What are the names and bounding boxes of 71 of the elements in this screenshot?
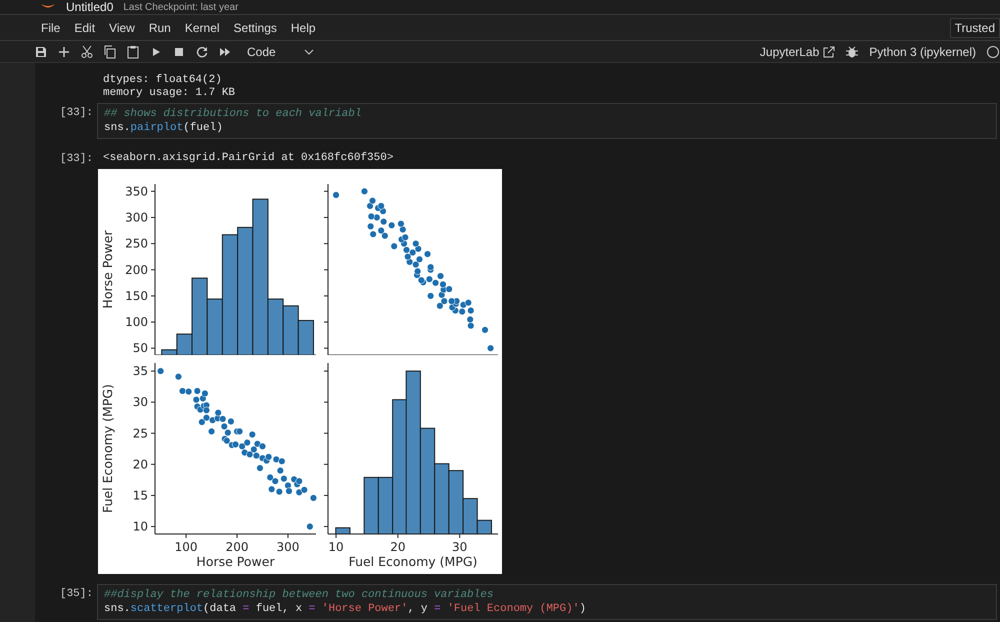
- trusted-button[interactable]: Trusted: [950, 18, 1000, 38]
- menu-item[interactable]: Edit: [67, 20, 102, 34]
- code-cell[interactable]: ## shows distributions to each valriabl sns.pairplot(fuel): [97, 103, 997, 139]
- tick-label: 150: [125, 288, 148, 303]
- axis-label: Fuel Economy (MPG): [348, 554, 478, 569]
- menu-item[interactable]: File: [34, 20, 68, 34]
- chevron-down-icon: [304, 48, 314, 54]
- tick-label: 20: [390, 540, 406, 554]
- axis-label: Fuel Economy (MPG): [100, 384, 115, 513]
- tick-label: 30: [452, 540, 468, 554]
- cell-prompt: [33]:: [60, 107, 93, 119]
- tick-label: 350: [125, 184, 148, 198]
- bug-icon[interactable]: [845, 44, 860, 58]
- cell-prompt: [33]:: [60, 153, 93, 165]
- histogram-bar: [282, 305, 299, 355]
- menu-item[interactable]: Run: [142, 20, 178, 34]
- tick-label: 35: [132, 364, 148, 378]
- cut-icon[interactable]: [80, 44, 94, 58]
- menu-item[interactable]: Kernel: [178, 20, 227, 34]
- scatter-point: [208, 428, 216, 435]
- tick-label: 200: [125, 262, 148, 277]
- scatter-point: [174, 373, 182, 380]
- tick-label: 25: [132, 426, 148, 440]
- histogram-bar: [298, 320, 314, 355]
- axis-label: Horse Power: [196, 554, 275, 569]
- menu-item[interactable]: View: [102, 20, 142, 34]
- tick-label: 200: [226, 540, 248, 554]
- scatter-point: [481, 326, 489, 334]
- scatter-point: [360, 188, 368, 195]
- tick-label: 300: [276, 540, 300, 554]
- cell-prompt: [35]:: [60, 588, 93, 600]
- scatter-point: [487, 344, 494, 352]
- tick-label: 300: [125, 210, 148, 224]
- tick-label: 250: [125, 236, 148, 251]
- jupyterlab-link[interactable]: JupyterLab: [760, 44, 836, 58]
- tick-label: 10: [328, 540, 344, 554]
- external-link-icon: [823, 46, 836, 58]
- cell-type-dropdown[interactable]: Code: [241, 44, 320, 58]
- save-icon[interactable]: [34, 44, 48, 58]
- scatter-point: [157, 368, 164, 375]
- output-text: dtypes: float64(2): [103, 74, 223, 87]
- kernel-name[interactable]: Python 3 (ipykernel): [869, 44, 976, 58]
- output-text: memory usage: 1.7 KB: [103, 87, 236, 100]
- tick-label: 50: [132, 341, 148, 355]
- scatter-point: [427, 292, 434, 300]
- code-line: sns.scatterplot(data = fuel, x = 'Horse Power', y = 'Fuel Economy (MPG)'): [104, 602, 587, 616]
- restart-icon[interactable]: [195, 44, 209, 58]
- checkpoint-text: Last Checkpoint: last year: [123, 2, 238, 12]
- tick-label: 10: [132, 520, 148, 534]
- notebook-title[interactable]: Untitled0: [66, 0, 114, 14]
- scatter-point: [310, 494, 317, 502]
- code-cell[interactable]: ##display the relationship between two continuous variables sns.scatterplot(data = fuel, x = 'Horse Power', y = 'Fuel Economy (MPG)'): [97, 584, 997, 620]
- code-line: ## shows distributions to each valriabl: [104, 107, 362, 121]
- menu-item[interactable]: Help: [284, 20, 323, 34]
- tick-label: 15: [132, 488, 148, 502]
- tick-label: 30: [132, 395, 148, 410]
- add-icon[interactable]: [57, 44, 71, 58]
- axis-label: Horse Power: [100, 230, 115, 309]
- paste-icon[interactable]: [126, 44, 140, 58]
- kernel-status-icon: [986, 44, 1000, 58]
- tick-label: 20: [132, 457, 148, 472]
- histogram-bar: [364, 476, 379, 534]
- scatter-point: [306, 523, 314, 530]
- tick-label: 100: [174, 540, 198, 554]
- scatter-point: [332, 191, 340, 199]
- code-line: sns.pairplot(fuel): [104, 121, 224, 135]
- tick-label: 100: [125, 315, 148, 330]
- copy-icon[interactable]: [103, 44, 117, 58]
- menu-item[interactable]: Settings: [226, 20, 284, 34]
- output-text: <seaborn.axisgrid.PairGrid at 0x168fc60f350>: [103, 152, 394, 165]
- code-line: ##display the relationship between two continuous variables: [104, 588, 494, 602]
